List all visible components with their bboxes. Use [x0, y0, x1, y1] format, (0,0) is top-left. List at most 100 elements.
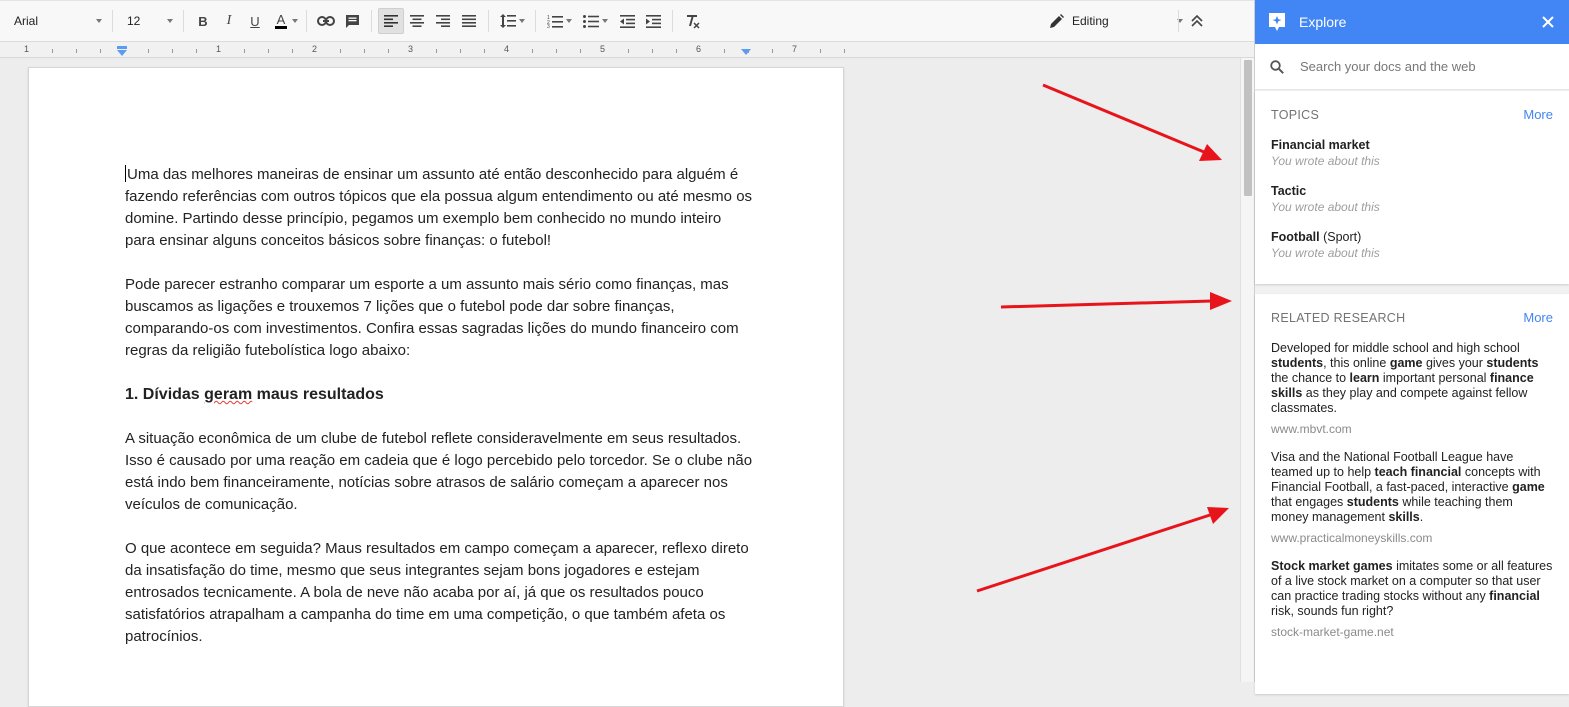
research-source[interactable]: www.mbvt.com — [1271, 422, 1553, 436]
toolbar-divider — [1178, 10, 1179, 32]
align-center-button[interactable] — [404, 8, 430, 34]
search-input[interactable] — [1300, 59, 1540, 74]
topic-name-row: Football (Sport) — [1271, 230, 1553, 244]
align-right-icon — [436, 15, 450, 27]
topic-item[interactable]: Financial market You wrote about this — [1271, 138, 1553, 168]
topics-more-link[interactable]: More — [1523, 107, 1553, 122]
toolbar-divider — [672, 10, 673, 32]
highlighted-term: skills — [1388, 510, 1420, 524]
pencil-icon — [1050, 14, 1064, 28]
topics-header: TOPICS More — [1271, 107, 1553, 122]
increase-indent-button[interactable] — [640, 8, 666, 34]
highlighted-term: students — [1346, 495, 1399, 509]
topics-card: TOPICS More Financial market You wrote a… — [1255, 91, 1569, 284]
topic-item[interactable]: Tactic You wrote about this — [1271, 184, 1553, 214]
ruler-tick — [76, 49, 77, 53]
topic-item[interactable]: Football (Sport) You wrote about this — [1271, 230, 1553, 260]
ruler-number: 3 — [408, 44, 414, 54]
explore-panel: Explore TOPICS More Financial market You… — [1254, 0, 1569, 694]
topic-name: Football — [1271, 230, 1320, 244]
search-icon — [1270, 59, 1284, 74]
comment-icon — [345, 14, 359, 28]
right-indent-marker[interactable] — [741, 46, 751, 56]
bulleted-list-icon — [583, 15, 599, 28]
ruler-tick — [388, 49, 389, 53]
toolbar-divider — [535, 10, 536, 32]
topic-subtitle: You wrote about this — [1271, 246, 1380, 260]
topic-name-row: Financial market — [1271, 138, 1553, 152]
highlighted-term: financial — [1489, 589, 1540, 603]
topic-qualifier: (Sport) — [1319, 230, 1362, 244]
insert-comment-button[interactable] — [339, 8, 365, 34]
underline-icon: U — [250, 13, 260, 29]
clear-formatting-button[interactable] — [679, 8, 705, 34]
hide-menus-button[interactable] — [1184, 8, 1210, 34]
justify-icon — [462, 15, 476, 27]
research-more-link[interactable]: More — [1523, 310, 1553, 325]
highlighted-term: learn — [1349, 371, 1380, 385]
align-right-button[interactable] — [430, 8, 456, 34]
horizontal-ruler[interactable]: 1 1 2 3 4 5 6 7 — [0, 42, 1254, 58]
document-body[interactable]: Uma das melhores maneiras de ensinar um … — [125, 164, 755, 670]
scrollbar-thumb[interactable] — [1244, 60, 1252, 196]
paragraph-text: Uma das melhores maneiras de ensinar um … — [125, 166, 753, 249]
bulleted-list-button[interactable] — [578, 8, 608, 34]
explore-title: Explore — [1299, 14, 1347, 30]
ruler-number: 1 — [216, 44, 222, 54]
document-page[interactable]: Uma das melhores maneiras de ensinar um … — [28, 67, 844, 707]
research-header: RELATED RESEARCH More — [1271, 310, 1553, 325]
font-size-select[interactable]: 12 — [119, 8, 177, 34]
close-icon[interactable] — [1539, 13, 1557, 31]
research-item[interactable]: Stock market games imitates some or all … — [1271, 559, 1553, 639]
bold-icon: B — [198, 13, 208, 29]
svg-text:3: 3 — [547, 24, 550, 28]
ruler-tick — [436, 49, 437, 53]
research-source[interactable]: www.practicalmoneyskills.com — [1271, 531, 1553, 545]
research-snippet: Developed for middle school and high sch… — [1271, 341, 1539, 415]
research-item[interactable]: Developed for middle school and high sch… — [1271, 341, 1553, 436]
justify-button[interactable] — [456, 8, 482, 34]
bold-button[interactable]: B — [190, 8, 216, 34]
ruler-tick — [292, 49, 293, 53]
highlighted-term: Stock market games — [1271, 559, 1393, 573]
research-source[interactable]: stock-market-game.net — [1271, 625, 1553, 639]
ruler-number: 1 — [24, 44, 30, 54]
font-family-select[interactable]: Arial — [6, 8, 106, 34]
research-item[interactable]: Visa and the National Football League ha… — [1271, 450, 1553, 545]
highlighted-term: skills — [1271, 386, 1303, 400]
left-indent-marker[interactable] — [117, 46, 127, 56]
insert-link-button[interactable] — [313, 8, 339, 34]
ruler-tick — [460, 49, 461, 53]
highlighted-term: teach financial — [1374, 465, 1462, 479]
research-snippet: Visa and the National Football League ha… — [1271, 450, 1545, 524]
numbered-list-icon: 123 — [547, 15, 563, 28]
ruler-tick — [340, 49, 341, 53]
toolbar-divider — [112, 10, 113, 32]
editing-mode-label: Editing — [1072, 14, 1109, 28]
related-research-card: RELATED RESEARCH More Developed for midd… — [1255, 294, 1569, 694]
research-snippet: Stock market games imitates some or all … — [1271, 559, 1553, 618]
text-color-button[interactable]: A — [268, 8, 298, 34]
align-left-icon — [384, 15, 398, 27]
highlighted-term: finance — [1489, 371, 1534, 385]
numbered-list-button[interactable]: 123 — [542, 8, 572, 34]
align-left-button[interactable] — [378, 8, 404, 34]
chevron-down-icon — [292, 19, 298, 23]
italic-button[interactable]: I — [216, 8, 242, 34]
chevron-down-icon — [167, 19, 173, 23]
paragraph: Pode parecer estranho comparar um esport… — [125, 276, 739, 359]
explore-header: Explore — [1255, 0, 1569, 44]
editing-mode-select[interactable]: Editing — [1050, 0, 1183, 42]
ruler-tick — [556, 49, 557, 53]
line-spacing-button[interactable] — [495, 8, 525, 34]
underline-button[interactable]: U — [242, 8, 268, 34]
paragraph: O que acontece em seguida? Maus resultad… — [125, 540, 749, 645]
decrease-indent-button[interactable] — [614, 8, 640, 34]
spellcheck-word[interactable]: geram — [204, 386, 252, 403]
ruler-tick — [628, 49, 629, 53]
heading-text: maus resultados — [252, 386, 384, 403]
decrease-indent-icon — [619, 14, 635, 28]
ruler-tick — [532, 49, 533, 53]
increase-indent-icon — [645, 14, 661, 28]
font-family-value: Arial — [14, 14, 39, 28]
